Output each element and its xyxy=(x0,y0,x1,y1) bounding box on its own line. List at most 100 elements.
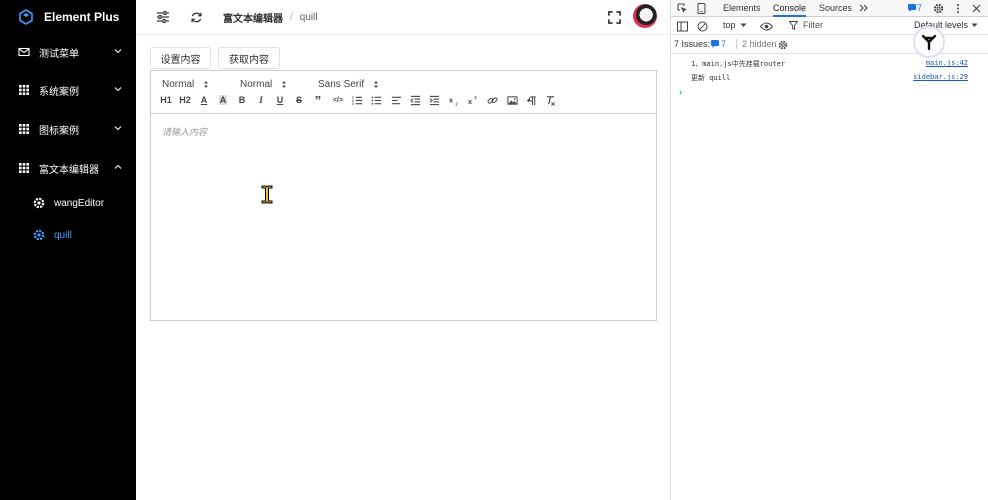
align-button[interactable] xyxy=(389,93,403,107)
collapse-sidebar-button[interactable] xyxy=(155,9,171,25)
picker-label: Normal xyxy=(240,78,273,90)
inspect-element-button[interactable] xyxy=(676,2,688,14)
h1-button[interactable]: H1 xyxy=(159,93,173,107)
sidebar: Element Plus 测试菜单 系统案例 图标案例 富文本编辑器 wangE xyxy=(0,0,136,500)
brand: Element Plus xyxy=(0,0,136,34)
refresh-button[interactable] xyxy=(188,9,204,25)
get-content-button[interactable]: 获取内容 xyxy=(218,47,280,69)
picker-label: Sans Serif xyxy=(318,78,365,90)
picker-label: Normal xyxy=(162,78,195,90)
text-color-button[interactable]: A xyxy=(197,93,211,107)
issues-badge-count: 7 xyxy=(916,3,922,13)
sidebar-item-rich-text-editor[interactable]: 富文本编辑器 xyxy=(0,153,136,183)
devtools-menu-button[interactable] xyxy=(952,2,964,14)
subscript-icon: x2 xyxy=(449,95,458,106)
show-sidebar-button[interactable] xyxy=(676,20,688,32)
issues-link[interactable]: 7 xyxy=(711,39,726,49)
settings-icon xyxy=(33,229,45,241)
tab-sources[interactable]: Sources xyxy=(819,0,852,17)
header-picker[interactable]: Normal xyxy=(162,77,209,91)
svg-text:2: 2 xyxy=(474,95,477,100)
background-color-button[interactable]: A xyxy=(216,93,230,107)
double-chevron-right-icon xyxy=(859,4,868,12)
console-settings-button[interactable] xyxy=(777,39,789,51)
text-cursor-icon xyxy=(261,185,273,204)
context-selector[interactable]: top xyxy=(723,20,747,30)
live-expression-button[interactable] xyxy=(759,20,773,32)
text-direction-icon xyxy=(526,95,536,105)
ordered-list-icon: 123 xyxy=(352,95,362,106)
message-icon xyxy=(18,46,30,58)
eye-icon xyxy=(759,22,773,30)
set-content-button[interactable]: 设置内容 xyxy=(150,47,211,69)
caret-down-icon xyxy=(971,23,978,27)
size-picker[interactable]: Normal xyxy=(240,77,287,91)
fullscreen-button[interactable] xyxy=(606,9,622,25)
link-button[interactable] xyxy=(485,93,499,107)
bold-button[interactable]: B xyxy=(235,93,249,107)
underline-button[interactable]: U xyxy=(273,93,287,107)
superscript-button[interactable]: x2 xyxy=(466,93,480,107)
sidebar-item-wangeditor[interactable]: wangEditor xyxy=(0,188,136,218)
device-toolbar-button[interactable] xyxy=(695,2,707,14)
header-divider xyxy=(136,34,671,35)
issues-badge[interactable]: 7 xyxy=(905,2,925,14)
sidebar-item-icon-cases[interactable]: 图标案例 xyxy=(0,114,136,144)
align-left-icon xyxy=(391,96,401,104)
extension-logo[interactable] xyxy=(913,26,945,58)
clean-format-button[interactable] xyxy=(543,93,557,107)
breadcrumb-item: quill xyxy=(299,12,318,23)
console-message-text: 更新 quill xyxy=(691,74,731,82)
bullet-list-button[interactable] xyxy=(369,93,383,107)
close-devtools-button[interactable] xyxy=(970,2,982,14)
tab-elements[interactable]: Elements xyxy=(723,0,761,17)
ordered-list-button[interactable]: 123 xyxy=(350,93,364,107)
direction-button[interactable] xyxy=(524,93,538,107)
italic-button[interactable]: I xyxy=(254,93,268,107)
chevron-up-icon xyxy=(114,164,122,169)
sidebar-item-test-menu[interactable]: 测试菜单 xyxy=(0,37,136,67)
font-picker[interactable]: Sans Serif xyxy=(318,77,379,91)
more-tabs-button[interactable] xyxy=(858,2,870,14)
console-source-link[interactable]: main.js:42 xyxy=(926,59,968,67)
code-block-button[interactable]: </> xyxy=(331,93,345,107)
caret-down-icon xyxy=(740,23,747,27)
bold-icon: B xyxy=(238,95,246,105)
clear-console-button[interactable] xyxy=(696,20,708,32)
sidebar-item-label: 测试菜单 xyxy=(39,48,79,60)
italic-icon: I xyxy=(259,95,263,105)
console-prompt[interactable]: › xyxy=(679,87,682,98)
avatar[interactable] xyxy=(633,4,657,28)
superscript-icon: x2 xyxy=(468,95,477,106)
breadcrumb-item[interactable]: 富文本编辑器 xyxy=(223,10,283,25)
editor-content[interactable]: 请输入内容 xyxy=(151,115,656,320)
breadcrumb-separator: / xyxy=(290,12,293,23)
sidebar-item-label: quill xyxy=(54,229,72,241)
editor-placeholder: 请输入内容 xyxy=(162,127,208,137)
console-source-link[interactable]: sidebar.js:29 xyxy=(913,73,968,81)
settings-icon xyxy=(33,197,45,209)
devtools-settings-button[interactable] xyxy=(932,2,944,14)
device-icon xyxy=(697,2,705,14)
console-message: 1、main.js中先挂载router main.js:42 xyxy=(671,56,988,70)
sidebar-item-label: wangEditor xyxy=(54,197,105,209)
image-button[interactable] xyxy=(505,93,519,107)
breadcrumb: 富文本编辑器 / quill xyxy=(223,10,318,25)
sidebar-item-quill[interactable]: quill xyxy=(0,220,136,250)
close-icon xyxy=(972,4,980,12)
indent-button[interactable] xyxy=(427,93,441,107)
tab-console[interactable]: Console xyxy=(773,0,807,17)
strike-button[interactable]: S xyxy=(292,93,306,107)
context-label: top xyxy=(723,20,736,30)
issues-count: 7 xyxy=(721,39,727,49)
h1-icon: H1 xyxy=(160,95,172,105)
console-message-text: 1、main.js中先挂载router xyxy=(691,60,786,68)
h2-button[interactable]: H2 xyxy=(178,93,192,107)
subscript-button[interactable]: x2 xyxy=(447,93,461,107)
outdent-button[interactable] xyxy=(408,93,422,107)
console-filter-input[interactable]: Filter xyxy=(789,20,823,30)
sidebar-item-system-cases[interactable]: 系统案例 xyxy=(0,75,136,105)
svg-text:3: 3 xyxy=(352,102,354,106)
blockquote-button[interactable]: ” xyxy=(311,93,325,108)
background-color-icon: A xyxy=(218,95,228,105)
